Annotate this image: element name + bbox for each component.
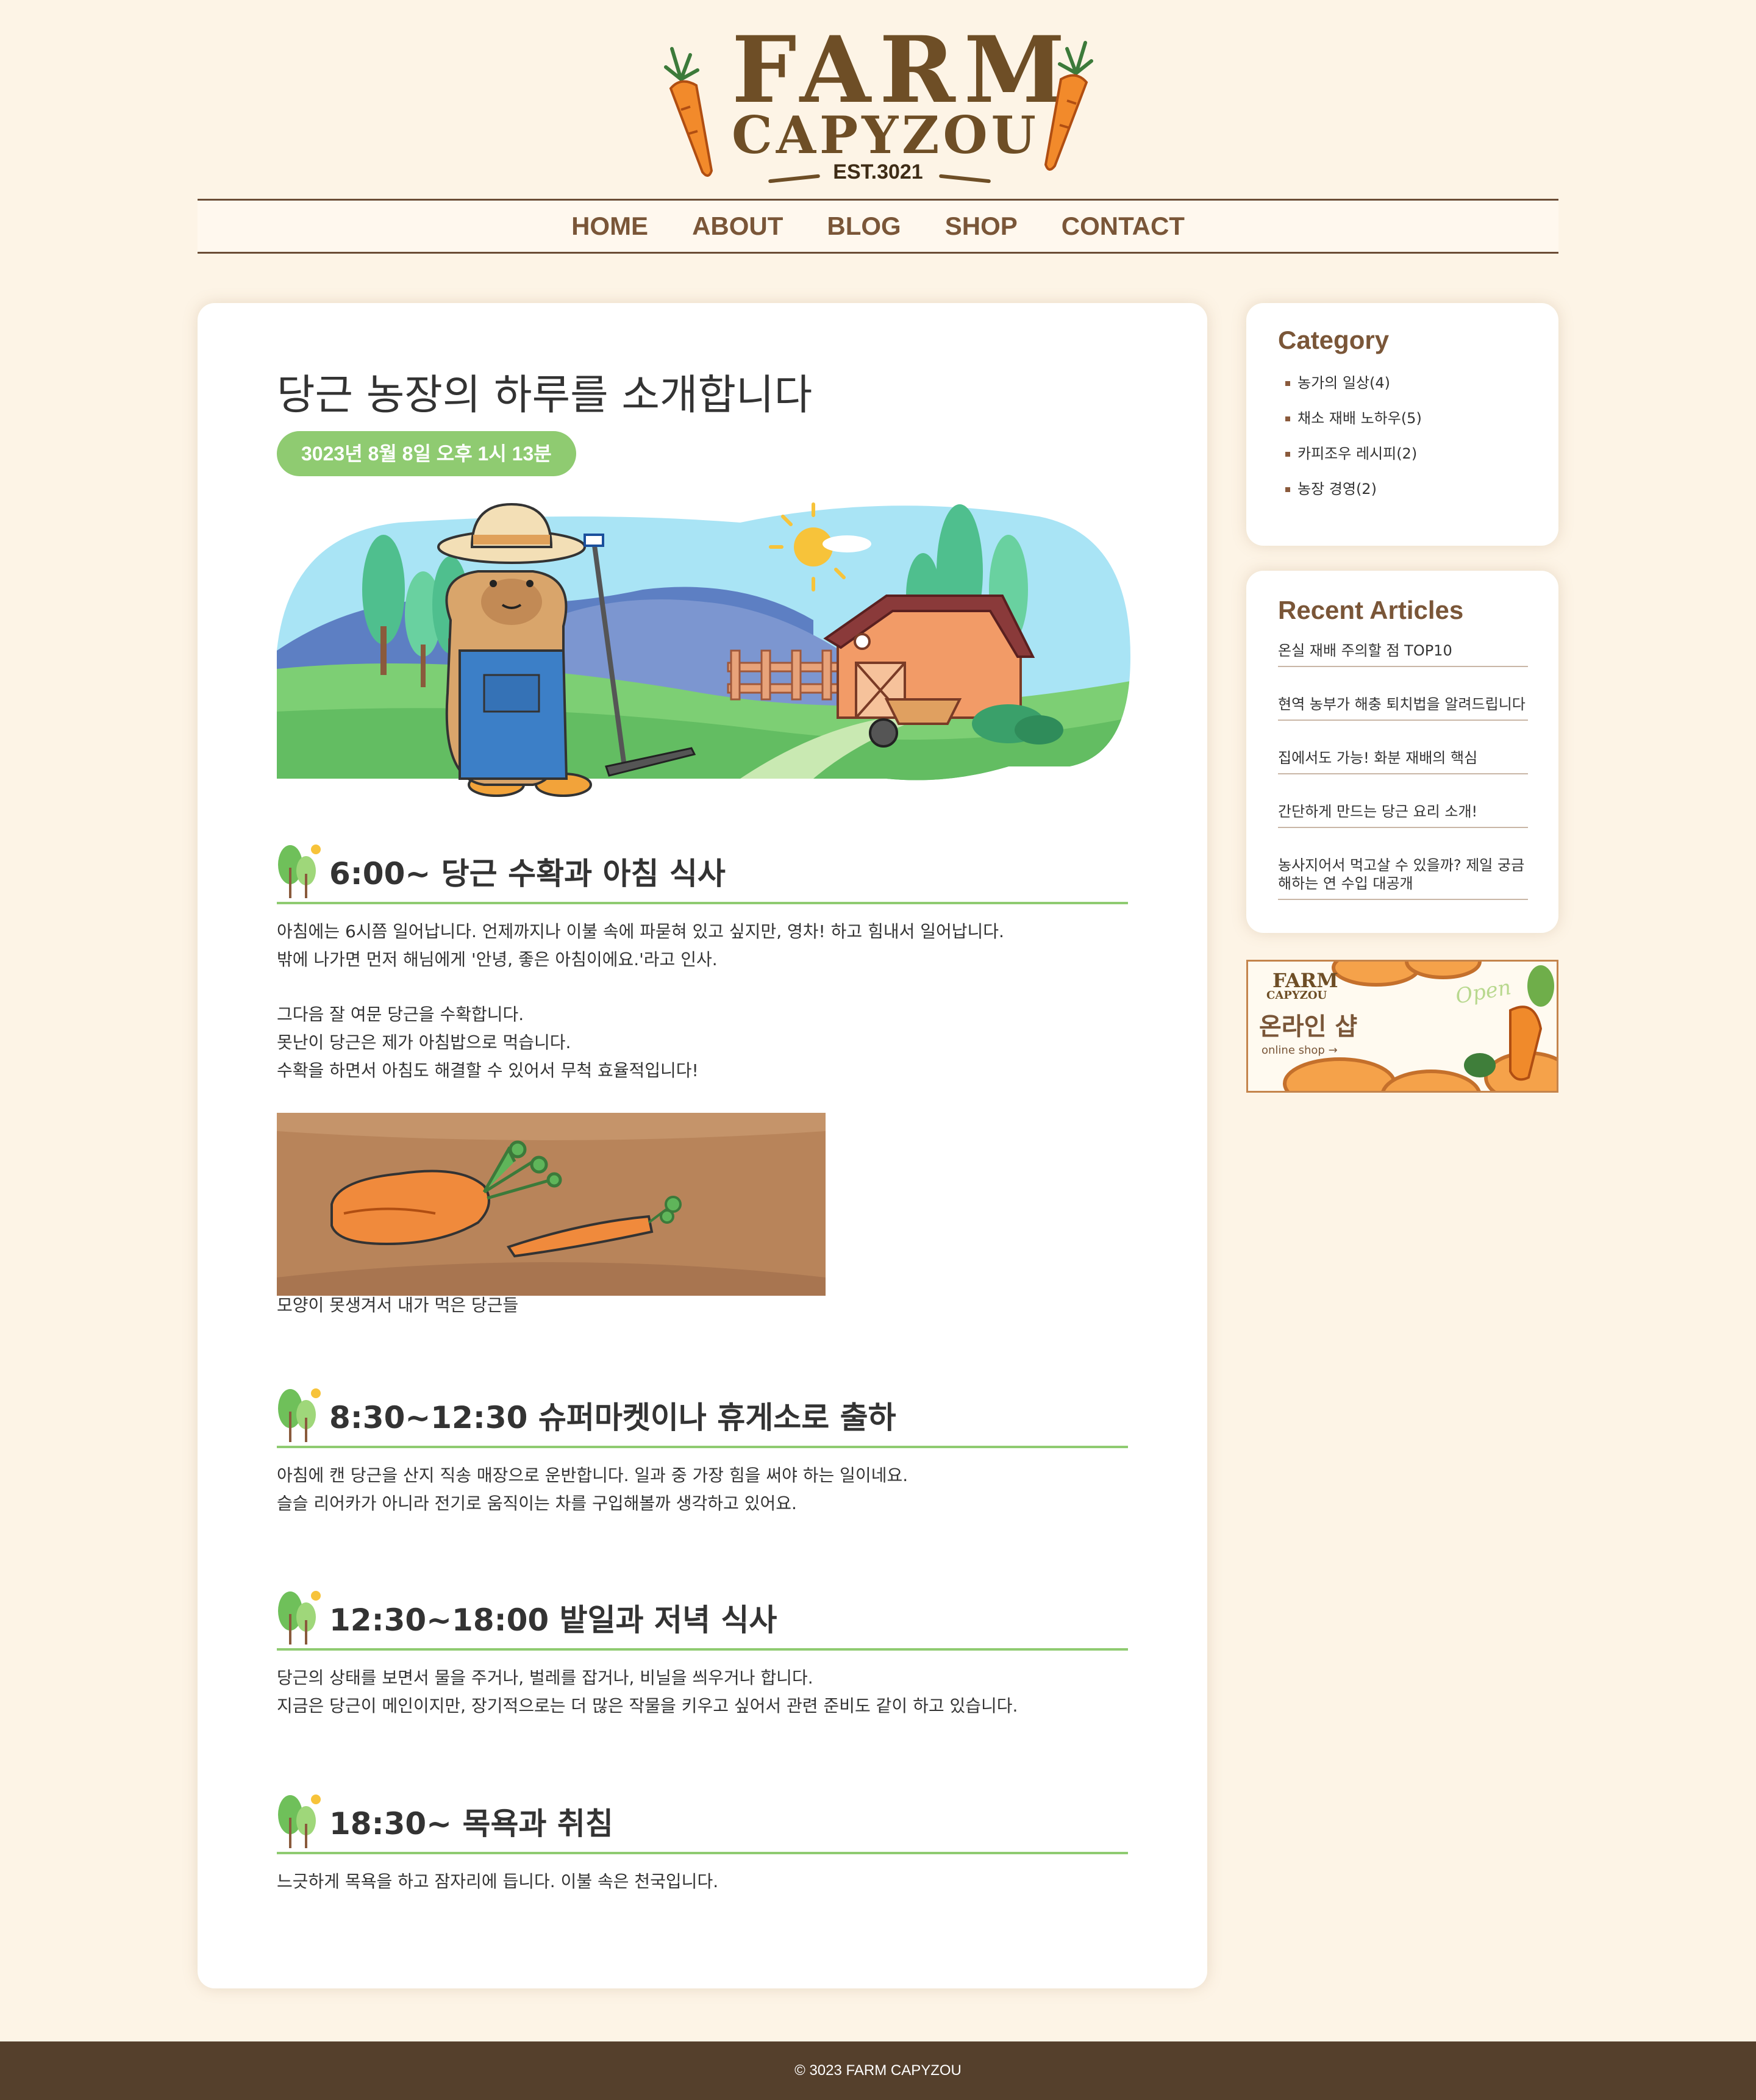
- section-heading: 12:30~18:00 밭일과 저녁 식사: [277, 1584, 1128, 1651]
- category-widget: Category 농가의 일상(4) 채소 재배 노하우(5) 카피조우 레시피…: [1246, 303, 1558, 546]
- section-heading: 6:00~ 당근 수확과 아침 식사: [277, 837, 1128, 904]
- article-card: 당근 농장의 하루를 소개합니다 3023년 8월 8일 오후 1시 13분 6…: [198, 303, 1207, 1988]
- section-body: 당근의 상태를 보면서 물을 주거나, 벌레를 잡거나, 비닐을 씌우거나 합니…: [277, 1664, 1130, 1720]
- nav-blog[interactable]: BLOG: [827, 212, 901, 241]
- logo-underline-right: [938, 174, 991, 184]
- farm-hero-illustration: [277, 502, 1130, 797]
- category-item[interactable]: 농장 경영(2): [1285, 479, 1377, 499]
- section-heading: 18:30~ 목욕과 취침: [277, 1787, 1128, 1854]
- recent-articles-title: Recent Articles: [1278, 596, 1464, 624]
- banner-logo-farm: FARM: [1272, 969, 1338, 992]
- nav-about[interactable]: ABOUT: [692, 212, 783, 241]
- post-title: 당근 농장의 하루를 소개합니다: [277, 371, 813, 420]
- image-caption: 모양이 못생겨서 내가 먹은 당근들: [277, 1295, 519, 1315]
- category-item[interactable]: 채소 재배 노하우(5): [1285, 408, 1422, 429]
- paragraph-line: 밖에 나가면 먼저 해님에게 '안녕, 좋은 아침이에요.'라고 인사.: [277, 949, 718, 970]
- paragraph-line: 지금은 당근이 메인이지만, 장기적으로는 더 많은 작물을 키우고 싶어서 관…: [277, 1696, 1018, 1716]
- site-logo[interactable]: FARM CAPYZOU EST.3021: [646, 18, 1110, 189]
- section-title: 18:30~ 목욕과 취침: [329, 1806, 613, 1841]
- nav-home[interactable]: HOME: [571, 212, 648, 241]
- recent-article-link[interactable]: 온실 재배 주의할 점 TOP10: [1278, 641, 1528, 667]
- paragraph-line: 못난이 당근은 제가 아침밥으로 먹습니다.: [277, 1032, 571, 1052]
- logo-est-text: EST.3021: [833, 160, 923, 184]
- carrot-icon: [664, 47, 713, 177]
- post-date-badge: 3023년 8월 8일 오후 1시 13분: [277, 431, 576, 476]
- logo-farm-text: FARM: [732, 16, 1074, 124]
- section-body: 아침에는 6시쯤 일어납니다. 언제까지나 이불 속에 파묻혀 있고 싶지만, …: [277, 918, 1130, 1085]
- tree-icon: [278, 1591, 321, 1645]
- banner-title: 온라인 샵: [1259, 1013, 1358, 1041]
- paragraph-line: 느긋하게 목욕을 하고 잠자리에 듭니다. 이불 속은 천국입니다.: [277, 1871, 719, 1891]
- nav-shop[interactable]: SHOP: [945, 212, 1018, 241]
- section-heading: 8:30~12:30 슈퍼마켓이나 휴게소로 출하: [277, 1381, 1128, 1448]
- section-body: 아침에 캔 당근을 산지 직송 매장으로 운반합니다. 일과 중 가장 힘을 써…: [277, 1462, 1130, 1518]
- tree-icon: [278, 1795, 321, 1848]
- paragraph-line: 아침에는 6시쯤 일어납니다. 언제까지나 이불 속에 파묻혀 있고 싶지만, …: [277, 921, 1004, 941]
- category-item[interactable]: 카피조우 레시피(2): [1285, 443, 1417, 464]
- recent-article-link[interactable]: 집에서도 가능! 화분 재배의 핵심: [1278, 749, 1528, 774]
- paragraph-line: 아침에 캔 당근을 산지 직송 매장으로 운반합니다. 일과 중 가장 힘을 써…: [277, 1465, 908, 1485]
- banner-subtitle: online shop →: [1262, 1044, 1338, 1057]
- ugly-carrots-image: [277, 1113, 826, 1296]
- carrot-icon: [1044, 41, 1093, 171]
- paragraph-line: 수확을 하면서 아침도 해결할 수 있어서 무척 효율적입니다!: [277, 1060, 699, 1080]
- paragraph-line: 당근의 상태를 보면서 물을 주거나, 벌레를 잡거나, 비닐을 씌우거나 합니…: [277, 1668, 813, 1688]
- online-shop-banner[interactable]: FARM CAPYZOU Open 온라인 샵 online shop →: [1246, 960, 1558, 1093]
- footer-copyright: © 3023 FARM CAPYZOU: [794, 2062, 962, 2079]
- category-title: Category: [1278, 326, 1390, 354]
- recent-articles-widget: Recent Articles 온실 재배 주의할 점 TOP10 현역 농부가…: [1246, 571, 1558, 933]
- main-nav: HOME ABOUT BLOG SHOP CONTACT: [198, 199, 1558, 254]
- site-footer: © 3023 FARM CAPYZOU: [0, 2041, 1756, 2100]
- recent-article-link[interactable]: 간단하게 만드는 당근 요리 소개!: [1278, 802, 1528, 828]
- paragraph-line: 슬슬 리어카가 아니라 전기로 움직이는 차를 구입해볼까 생각하고 있어요.: [277, 1493, 797, 1513]
- paragraph-line: 그다음 잘 여문 당근을 수확합니다.: [277, 1004, 524, 1024]
- logo-capyzou-text: CAPYZOU: [732, 105, 1040, 165]
- tree-icon: [278, 1388, 321, 1442]
- section-title: 12:30~18:00 밭일과 저녁 식사: [329, 1602, 777, 1638]
- section-title: 8:30~12:30 슈퍼마켓이나 휴게소로 출하: [329, 1400, 896, 1435]
- banner-logo-capyzou: CAPYZOU: [1266, 989, 1327, 1002]
- recent-article-link[interactable]: 현역 농부가 해충 퇴치법을 알려드립니다: [1278, 695, 1528, 721]
- recent-article-link[interactable]: 농사지어서 먹고살 수 있을까? 제일 궁금해하는 연 수입 대공개: [1278, 856, 1528, 900]
- nav-contact[interactable]: CONTACT: [1062, 212, 1185, 241]
- section-title: 6:00~ 당근 수확과 아침 식사: [329, 856, 726, 891]
- section-body: 느긋하게 목욕을 하고 잠자리에 듭니다. 이불 속은 천국입니다.: [277, 1868, 1130, 1896]
- tree-icon: [278, 845, 321, 898]
- logo-underline-left: [768, 174, 821, 184]
- category-item[interactable]: 농가의 일상(4): [1285, 373, 1390, 393]
